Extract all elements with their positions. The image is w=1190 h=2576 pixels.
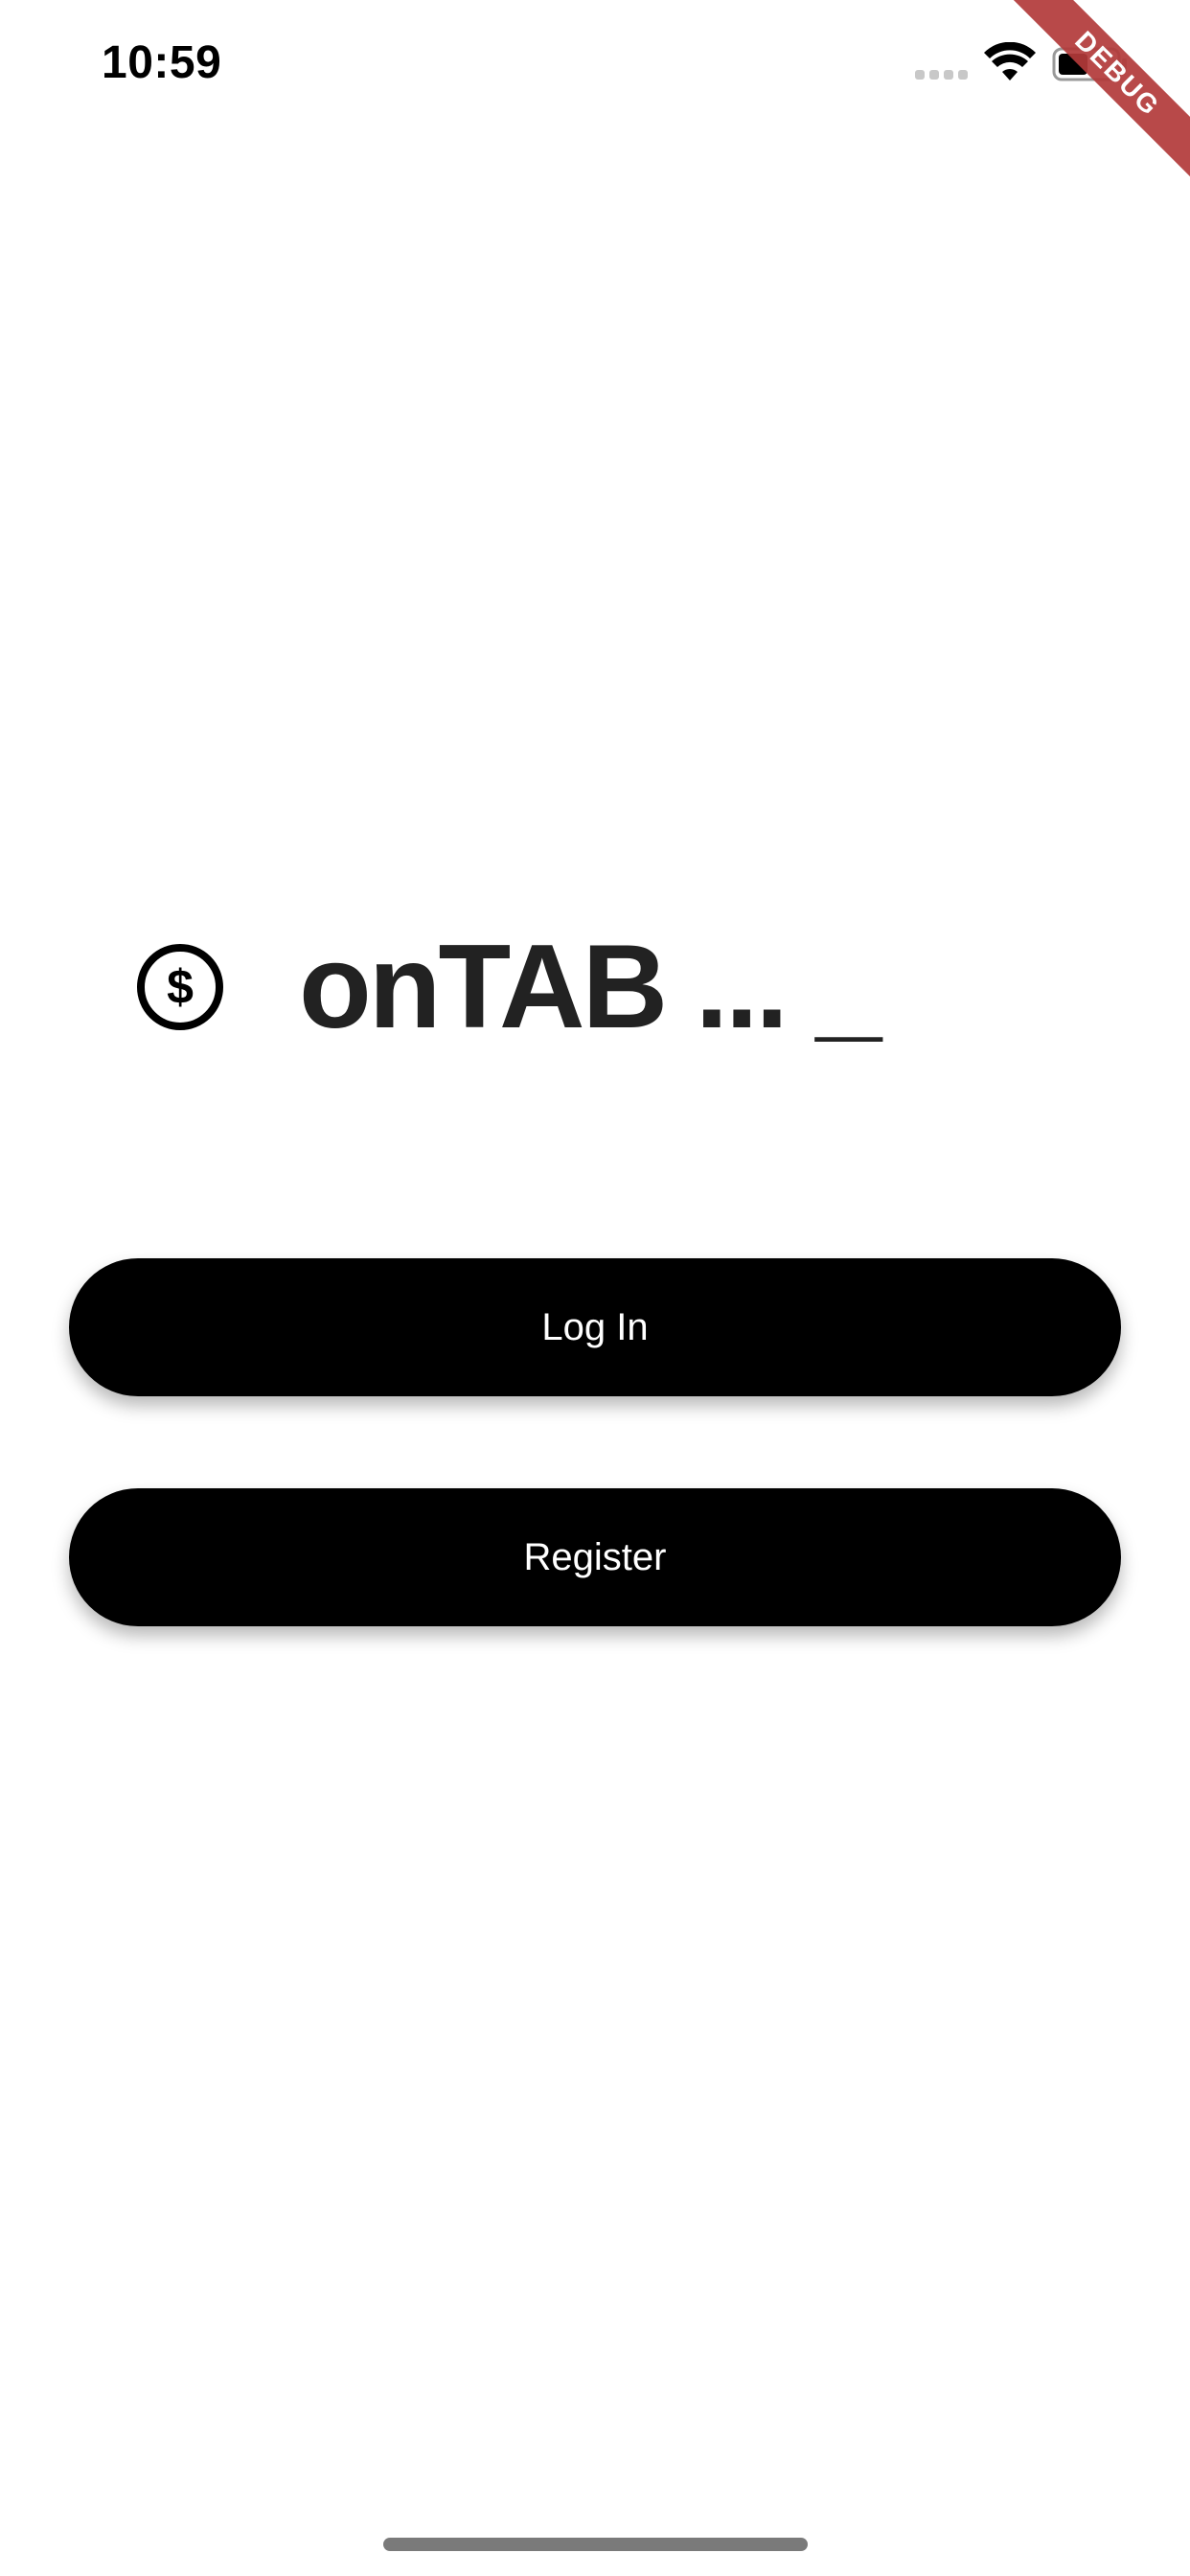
register-button[interactable]: Register <box>69 1488 1121 1626</box>
home-indicator[interactable] <box>383 2538 808 2551</box>
svg-text:$: $ <box>167 960 194 1014</box>
status-bar: 10:59 <box>0 0 1190 125</box>
dollar-circle-icon: $ <box>137 944 223 1030</box>
status-time: 10:59 <box>102 37 222 88</box>
login-button[interactable]: Log In <box>69 1258 1121 1396</box>
signal-dots-icon <box>915 70 968 80</box>
wifi-icon <box>984 42 1036 80</box>
battery-icon <box>1052 47 1127 81</box>
app-logo: $ onTAB ... _ <box>136 920 881 1054</box>
app-title: onTAB ... _ <box>299 921 881 1053</box>
